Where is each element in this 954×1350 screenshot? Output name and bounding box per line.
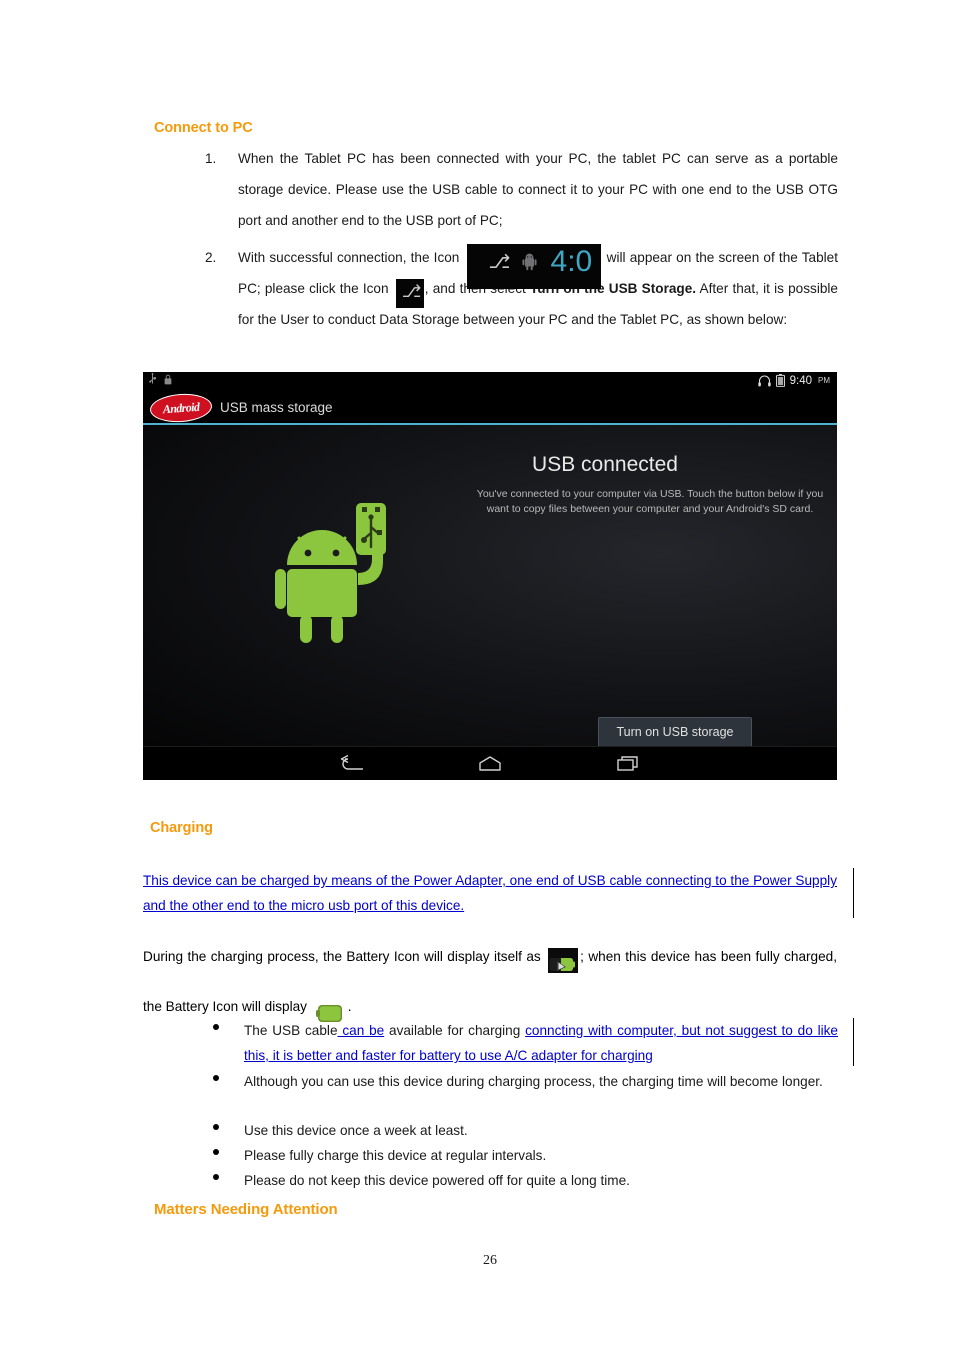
heading-matters-needing-attention: Matters Needing Attention [154,1201,338,1218]
back-icon [340,754,363,770]
heading-charging: Charging [150,820,213,836]
change-bar [853,1018,854,1066]
bullet-1-ins-a: can be [337,1023,385,1038]
android-logo-text: Android [162,398,200,416]
battery-charging-icon [548,948,579,974]
bullet-marker [213,1024,219,1030]
nav-recent-apps-button[interactable] [605,751,651,777]
bullet-marker [213,1075,219,1081]
usb-icon: ⎇ [488,250,511,273]
bullet-item-2: Although you can use this device during … [244,1074,823,1089]
notification-label: USB mass storage [220,400,333,415]
turn-on-usb-storage-button[interactable]: Turn on USB storage [598,717,752,747]
android-robot-icon [521,253,537,271]
status-bar-right-icons: 9:40 PM [757,374,830,387]
bullet-marker [213,1124,219,1130]
list-item-2: With successful connection, the Icon ⎇ 4… [238,242,838,335]
inserted-text: This device can be charged by means of t… [143,873,837,913]
bullet-1-plain-b: available for charging [384,1023,526,1038]
android-kitkat-logo-icon: Android [149,391,213,424]
status-bar-clock: 9:40 [789,374,812,387]
charging-inserted-paragraph: This device can be charged by means of t… [143,868,837,918]
bullet-1-plain-a: The USB cable [244,1023,338,1038]
battery-icon [775,374,785,387]
android-navigation-bar [143,746,837,780]
bullet-item-3: Use this device once a week at least. [244,1123,468,1138]
list-item-1: When the Tablet PC has been connected wi… [238,151,838,228]
usb-icon: ⎇ [401,282,422,303]
clock-fragment: 4:0 [550,244,593,278]
home-icon [479,755,501,771]
recent-apps-icon [617,755,638,771]
lock-icon [164,374,172,384]
status-bar-left-icons [148,373,172,385]
usb-icon [149,373,156,384]
bullet-marker [213,1174,219,1180]
page-number: 26 [483,1253,497,1268]
status-bar-ampm: PM [818,376,830,385]
nav-back-button[interactable] [329,751,375,777]
usb-connected-title: USB connected [532,453,678,476]
list-marker-1: 1. [205,151,217,166]
android-usb-connected-screenshot: 9:40 PM Android USB mass storage USB con… [143,372,837,780]
charging-battery-paragraph: During the charging process, the Battery… [143,932,837,1032]
heading-connect-to-pc: Connect to PC [154,120,253,136]
battery-paragraph-a: During the charging process, the Battery… [143,949,541,964]
list-marker-2: 2. [205,250,217,265]
usb-connected-description: You've connected to your computer via US… [476,488,824,515]
bullet-item-1: The USB cable can be available for charg… [244,1018,838,1068]
android-status-bar: 9:40 PM [143,372,837,392]
nav-home-button[interactable] [467,751,513,777]
usb-notification-icon: ⎇ [395,279,424,309]
usb-connected-panel: USB connected You've connected to your c… [143,425,837,747]
statusbar-notification-icon: ⎇ 4:0 [466,243,601,289]
android-robot-usb-illustration [275,503,386,643]
battery-paragraph-c: . [347,999,352,1014]
document-page: Connect to PC 1. When the Tablet PC has … [0,0,954,1350]
list-item-2-text-a: With successful connection, the Icon [238,250,460,265]
android-notification-row[interactable]: Android USB mass storage [143,391,837,424]
bullet-item-5: Please do not keep this device powered o… [244,1173,630,1188]
bullet-item-4: Please fully charge this device at regul… [244,1148,547,1163]
headphone-icon [757,375,771,386]
bullet-marker [213,1149,219,1155]
change-bar [853,868,854,918]
